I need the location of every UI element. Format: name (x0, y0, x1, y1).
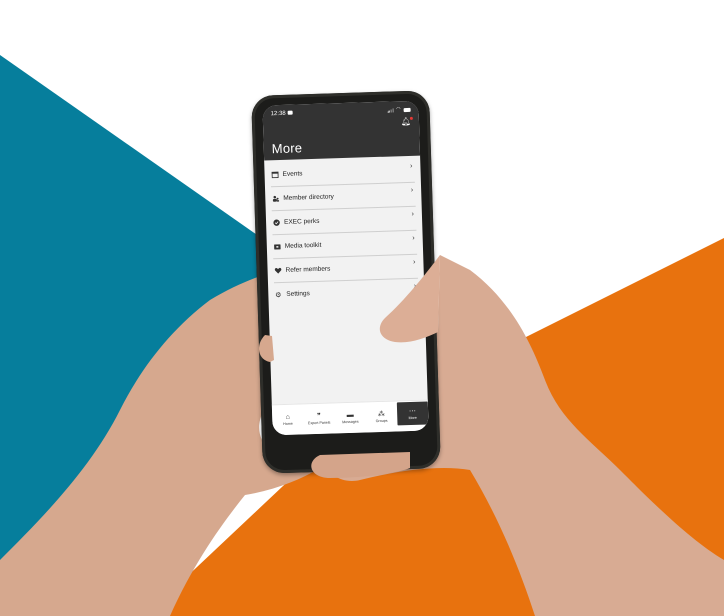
tab-groups[interactable]: ⁂ Groups (365, 401, 397, 432)
status-time: 12:38 (271, 111, 293, 117)
chat-icon: ▬ (346, 411, 354, 420)
app-header: 12:38 ◠ 🔔︎ More (262, 100, 421, 161)
tab-label: More (408, 415, 417, 420)
menu-item-settings[interactable]: ⚙ Settings › (274, 279, 419, 307)
chevron-right-icon: › (409, 162, 413, 170)
tab-messages[interactable]: ▬ Messages (334, 402, 366, 433)
tab-label: Groups (375, 418, 388, 424)
chevron-right-icon: › (412, 258, 416, 266)
tab-more[interactable]: ⋯ More (396, 401, 429, 426)
menu-item-label: Refer members (285, 265, 331, 274)
tab-label: Messages (342, 419, 359, 425)
bottom-tab-bar: ⌂ Home ❞ Expert Panels ▬ Messages ⁂ Grou… (271, 399, 429, 436)
badge-icon (272, 219, 280, 227)
chevron-right-icon: › (410, 186, 414, 194)
menu-item-label: Member directory (283, 193, 335, 202)
groups-icon: ⁂ (377, 410, 385, 419)
tab-home[interactable]: ⌂ Home (272, 404, 304, 435)
status-icons: ◠ (387, 106, 411, 113)
phone: 12:38 ◠ 🔔︎ More Events › Member director… (251, 90, 441, 474)
folder-icon (273, 243, 281, 251)
menu-item-label: Events (282, 170, 303, 178)
notification-dot (409, 116, 413, 120)
menu-item-label: EXEC perks (283, 217, 320, 226)
page-title: More (271, 140, 303, 157)
calendar-icon (270, 171, 279, 179)
wifi-icon: ◠ (396, 106, 401, 113)
chevron-right-icon: › (413, 282, 417, 290)
message-icon (287, 111, 293, 116)
gear-icon: ⚙ (275, 291, 282, 299)
more-icon: ⋯ (408, 407, 417, 415)
battery-icon (403, 107, 411, 112)
people-icon (271, 195, 279, 203)
chevron-right-icon: › (411, 210, 415, 218)
signal-icon (387, 107, 394, 113)
phone-screen: 12:38 ◠ 🔔︎ More Events › Member director… (262, 100, 429, 436)
menu-item-label: Settings (286, 290, 310, 298)
heart-handshake-icon (273, 267, 281, 275)
quote-icon: ❞ (317, 412, 322, 420)
menu-list: Events › Member directory › EXEC perks › (264, 158, 424, 307)
home-icon: ⌂ (285, 413, 291, 421)
tab-label: Home (283, 421, 293, 427)
tab-expert-panels[interactable]: ❞ Expert Panels (303, 403, 335, 434)
menu-item-label: Media toolkit (284, 241, 322, 250)
chevron-right-icon: › (412, 234, 415, 242)
tab-label: Expert Panels (307, 420, 331, 426)
